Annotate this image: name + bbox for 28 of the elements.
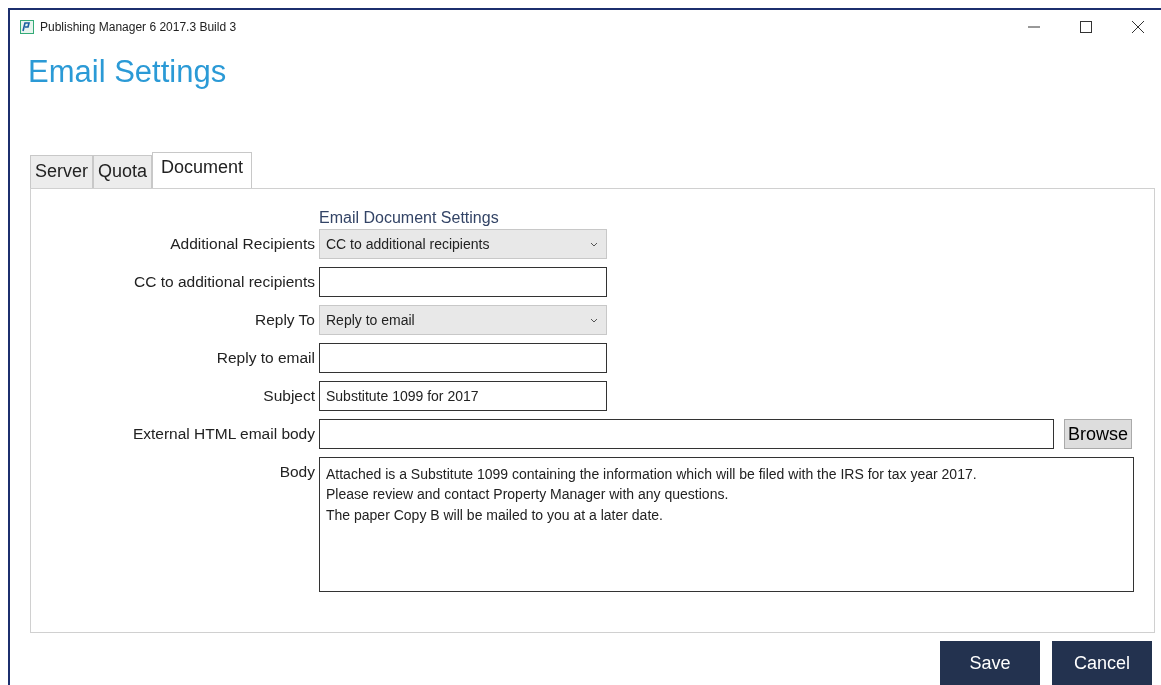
body-text-area[interactable]: Attached is a Substitute 1099 containing the information which will be filed with the IRS for tax year 2017. Please review and contact Property Manager with any questions. The paper Copy B will be mailed to you at a later date. <box>319 457 1134 592</box>
field-label: External HTML email body <box>131 425 315 443</box>
field-label: Additional Recipients <box>169 235 315 253</box>
field-label: Subject <box>262 387 315 405</box>
chevron-icon <box>590 317 598 323</box>
maximize-icon[interactable] <box>1080 21 1092 33</box>
dropdown[interactable]: Reply to email <box>319 305 607 335</box>
field-label: Reply to email <box>215 349 315 367</box>
input-field[interactable]: Substitute 1099 for 2017 <box>319 381 607 411</box>
field-label: Body <box>278 462 315 481</box>
tab[interactable]: Quota <box>93 155 153 188</box>
input-field[interactable] <box>319 343 607 373</box>
field-label: CC to additional recipients <box>133 273 315 291</box>
tab[interactable]: Document <box>152 152 253 188</box>
browse-button[interactable]: Browse <box>1064 419 1133 449</box>
save-button[interactable]: Save <box>940 641 1040 685</box>
chevron-icon <box>590 241 598 247</box>
field-label: Reply To <box>253 311 315 329</box>
dropdown[interactable]: CC to additional recipients <box>319 229 607 259</box>
window-title: Publishing Manager 6 2017.3 Build 3 <box>40 20 238 34</box>
input-field[interactable] <box>319 419 1054 449</box>
section-title: Email Document Settings <box>319 209 500 227</box>
close-icon[interactable] <box>1132 21 1144 33</box>
page-heading: Email Settings <box>28 54 228 90</box>
cancel-button[interactable]: Cancel <box>1052 641 1152 685</box>
tab[interactable]: Server <box>30 155 93 188</box>
input-field[interactable] <box>319 267 607 297</box>
app-logo-icon <box>20 20 34 34</box>
